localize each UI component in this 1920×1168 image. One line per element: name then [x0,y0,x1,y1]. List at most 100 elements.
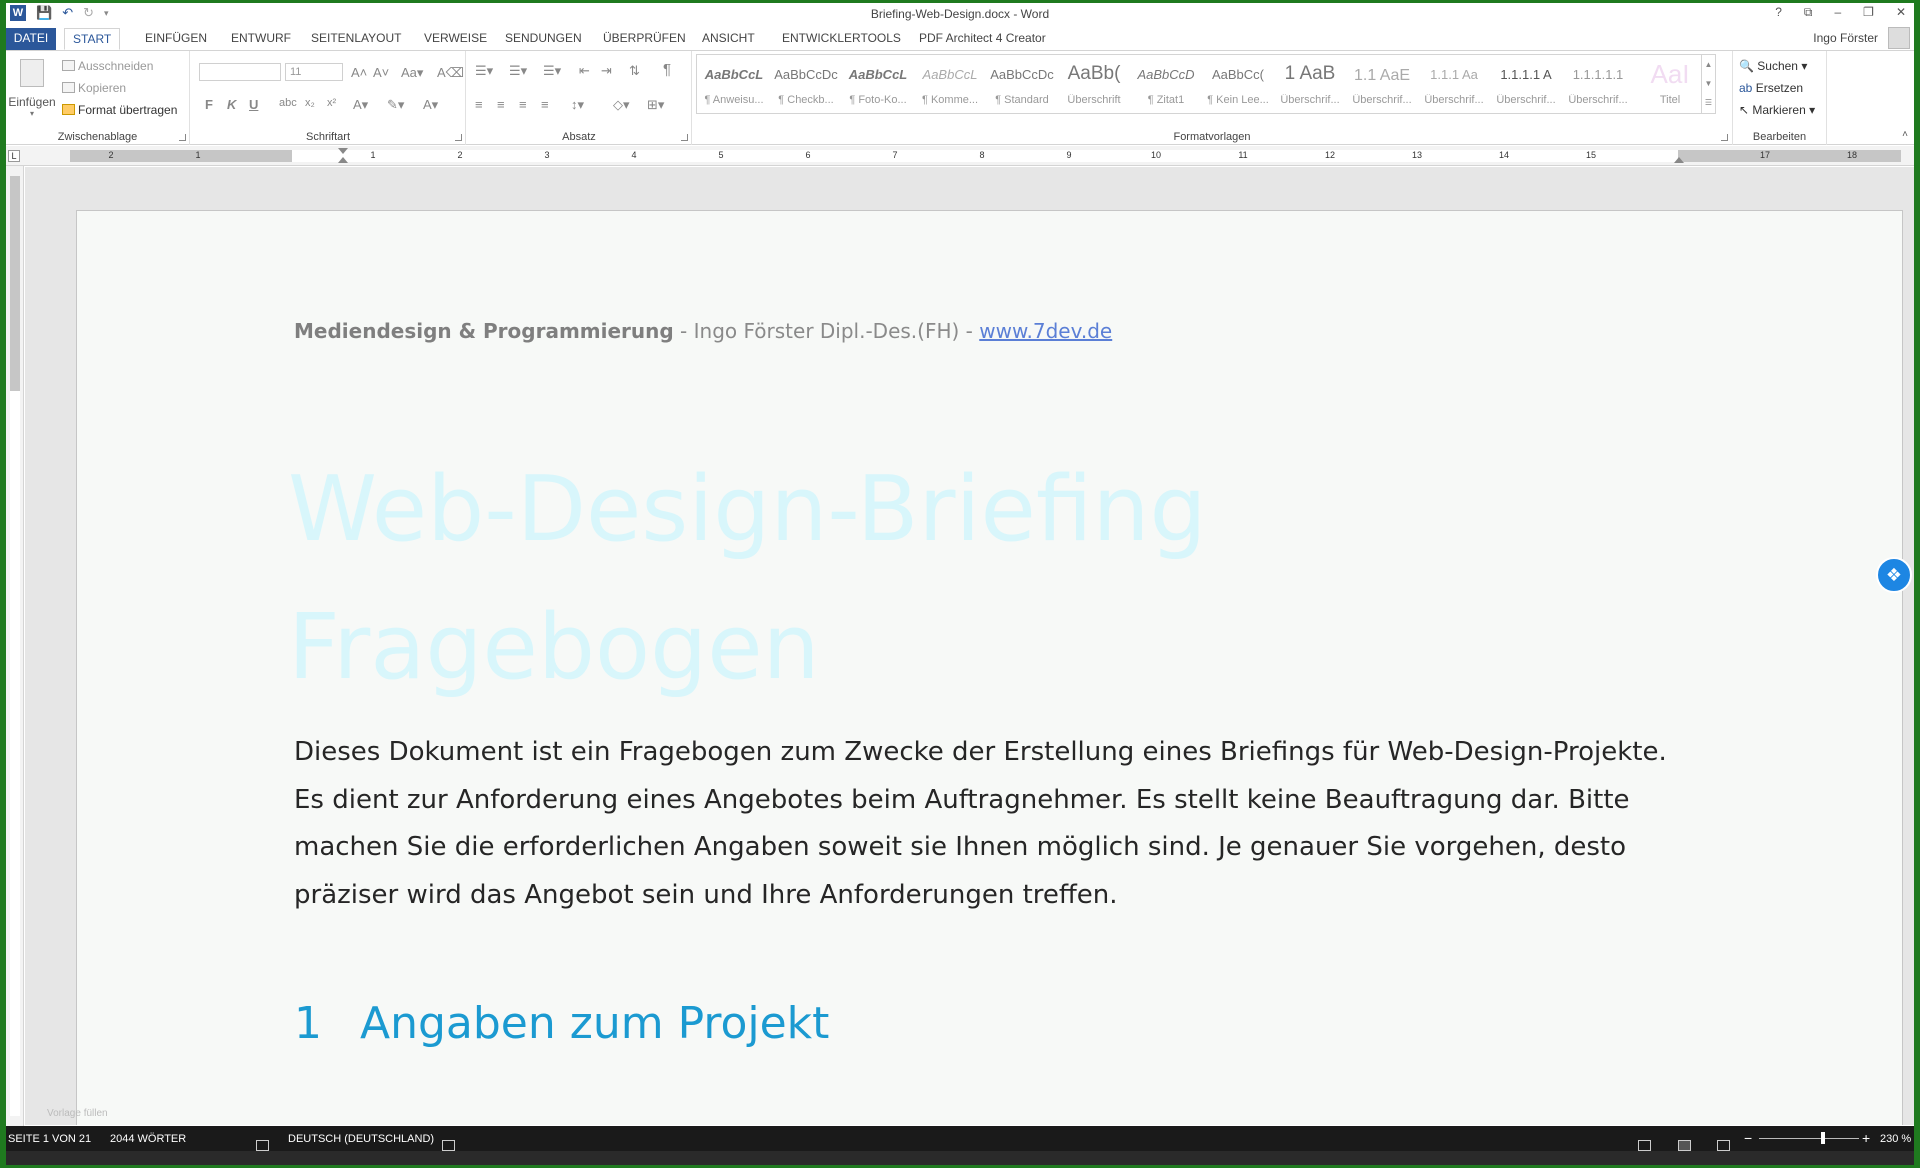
page[interactable]: Mediendesign & Programmierung - Ingo För… [76,210,1903,1125]
select-button[interactable]: ↖ Markieren ▾ [1739,103,1815,117]
style-anweisung[interactable]: AaBbCcL ¶ Anweisu... [699,61,769,111]
superscript-icon[interactable]: x² [327,97,336,109]
dialog-launcher-icon[interactable] [1721,134,1728,141]
paste-button[interactable]: Einfügen ▾ [8,57,56,119]
gallery-more-icon[interactable]: ☰ [1702,93,1715,112]
section-heading: 1 Angaben zum Projekt [294,998,829,1049]
style-ueberschrift-5[interactable]: 1.1.1.1.1 Überschrif... [1563,61,1633,111]
clear-formatting-icon[interactable]: A⌫ [437,65,464,81]
tab-ueberpruefen[interactable]: ÜBERPRÜFEN [595,28,694,50]
word-count[interactable]: 2044 WÖRTER [110,1133,186,1145]
font-color-icon[interactable]: A▾ [423,97,438,113]
tab-entwicklertools[interactable]: ENTWICKLERTOOLS [774,28,909,50]
title-line-2: Fragebogen [288,595,820,700]
tab-pdf-architect[interactable]: PDF Architect 4 Creator [911,28,1054,50]
style-zitat1[interactable]: AaBbCcD ¶ Zitat1 [1131,61,1201,111]
decrease-indent-icon[interactable]: ⇤ [579,63,590,79]
right-indent-marker[interactable] [1674,157,1684,163]
numbering-icon[interactable]: ☰▾ [509,63,527,79]
shading-icon[interactable]: ◇▾ [613,97,630,113]
dialog-launcher-icon[interactable] [455,134,462,141]
style-ueberschrift-2[interactable]: 1.1 AaE Überschrif... [1347,61,1417,111]
increase-indent-icon[interactable]: ⇥ [601,63,612,79]
tab-selector[interactable]: L [8,150,20,162]
chevron-up-icon[interactable]: ▲ [1702,55,1715,74]
style-checkbox[interactable]: AaBbCcDc ¶ Checkb... [771,61,841,111]
shrink-font-icon[interactable]: A˅ [373,65,389,80]
chevron-down-icon[interactable]: ▼ [1702,74,1715,93]
maximize-icon[interactable]: ❐ [1863,5,1874,20]
italic-button[interactable]: K [227,97,236,112]
text-effects-icon[interactable]: A▾ [353,97,368,113]
tab-start[interactable]: START [64,28,121,50]
minimize-icon[interactable]: – [1834,5,1841,20]
ribbon-display-icon[interactable]: ⧉ [1804,5,1813,20]
pilcrow-icon[interactable]: ¶ [663,61,671,78]
align-center-icon[interactable]: ≡ [497,97,505,112]
zoom-slider-thumb[interactable] [1821,1132,1825,1144]
gallery-scroll[interactable]: ▲ ▼ ☰ [1701,55,1715,113]
tab-datei[interactable]: DATEI [6,28,56,50]
zoom-in-button[interactable]: + [1862,1130,1870,1146]
close-icon[interactable]: ✕ [1896,5,1906,20]
style-ueberschrift-1[interactable]: 1 AaB Überschrif... [1275,61,1345,111]
copy-button[interactable]: Kopieren [62,81,126,95]
format-painter-button[interactable]: Format übertragen [62,103,177,117]
style-foto-kommentar[interactable]: AaBbCcL ¶ Foto-Ko... [843,61,913,111]
change-case-icon[interactable]: Aa▾ [401,65,423,81]
multilevel-list-icon[interactable]: ☰▾ [543,63,561,79]
style-titel[interactable]: AaI Titel [1635,59,1705,111]
align-right-icon[interactable]: ≡ [519,97,527,112]
collapse-ribbon-icon[interactable]: ˄ [1902,129,1908,140]
language-indicator[interactable]: DEUTSCH (DEUTSCHLAND) [288,1133,434,1145]
zoom-level[interactable]: 230 % [1880,1133,1911,1145]
dropbox-icon[interactable]: ❖ [1876,557,1912,593]
style-kein-leerraum[interactable]: AaBbCc(¶ Kein Lee... [1203,61,1273,111]
sort-icon[interactable]: ⇅ [629,63,640,79]
help-icon[interactable]: ? [1775,5,1782,20]
bold-button[interactable]: F [205,97,213,112]
zoom-out-button[interactable]: − [1744,1130,1752,1146]
tab-seitenlayout[interactable]: SEITENLAYOUT [303,28,409,50]
cut-button[interactable]: Ausschneiden [62,59,153,73]
user-name[interactable]: Ingo Förster [1813,31,1878,45]
tab-sendungen[interactable]: SENDUNGEN [497,28,590,50]
tab-ansicht[interactable]: ANSICHT [694,28,763,50]
vertical-ruler[interactable] [6,166,24,1126]
tab-einfuegen[interactable]: EINFÜGEN [137,28,215,50]
justify-icon[interactable]: ≡ [541,97,549,112]
highlight-icon[interactable]: ✎▾ [387,97,404,113]
line-spacing-icon[interactable]: ↕▾ [571,97,584,113]
copy-icon [62,82,75,93]
underline-button[interactable]: U [249,97,258,112]
style-standard[interactable]: AaBbCcDc ¶ Standard [987,61,1057,111]
font-name-combo[interactable] [199,63,281,81]
subscript-icon[interactable]: x₂ [305,97,315,109]
tab-entwurf[interactable]: ENTWURF [223,28,299,50]
font-size-combo[interactable]: 11 [285,63,343,81]
indent-marker[interactable] [338,157,348,163]
horizontal-ruler[interactable]: L 2 1 1 2 3 4 5 6 7 8 9 10 11 12 13 14 1… [6,146,1914,166]
chevron-down-icon: ▾ [29,109,34,118]
avatar[interactable] [1888,27,1910,49]
align-left-icon[interactable]: ≡ [475,97,483,112]
bullets-icon[interactable]: ☰▾ [475,63,493,79]
find-button[interactable]: 🔍 Suchen ▾ [1739,59,1807,73]
tab-verweise[interactable]: VERWEISE [416,28,495,50]
indent-marker[interactable] [338,148,348,154]
zoom-slider[interactable] [1759,1138,1859,1139]
grow-font-icon[interactable]: A˄ [351,65,367,80]
strikethrough-icon[interactable]: abc [279,97,297,109]
header-website-link[interactable]: www.7dev.de [979,319,1112,343]
dialog-launcher-icon[interactable] [681,134,688,141]
style-kommentar[interactable]: AaBbCcL ¶ Komme... [915,61,985,111]
dialog-launcher-icon[interactable] [179,134,186,141]
style-ueberschrift-4[interactable]: 1.1.1.1 A Überschrif... [1491,61,1561,111]
style-ueberschrift-3[interactable]: 1.1.1 Aa Überschrif... [1419,61,1489,111]
document-canvas[interactable]: Mediendesign & Programmierung - Ingo För… [25,167,1914,1125]
replace-button[interactable]: ab Ersetzen [1739,81,1803,95]
page-count[interactable]: SEITE 1 VON 21 [8,1133,91,1145]
style-ueberschrift[interactable]: AaBb(Überschrift [1059,61,1129,111]
template-note: Vorlage füllen [47,1108,108,1119]
borders-icon[interactable]: ⊞▾ [647,97,664,113]
